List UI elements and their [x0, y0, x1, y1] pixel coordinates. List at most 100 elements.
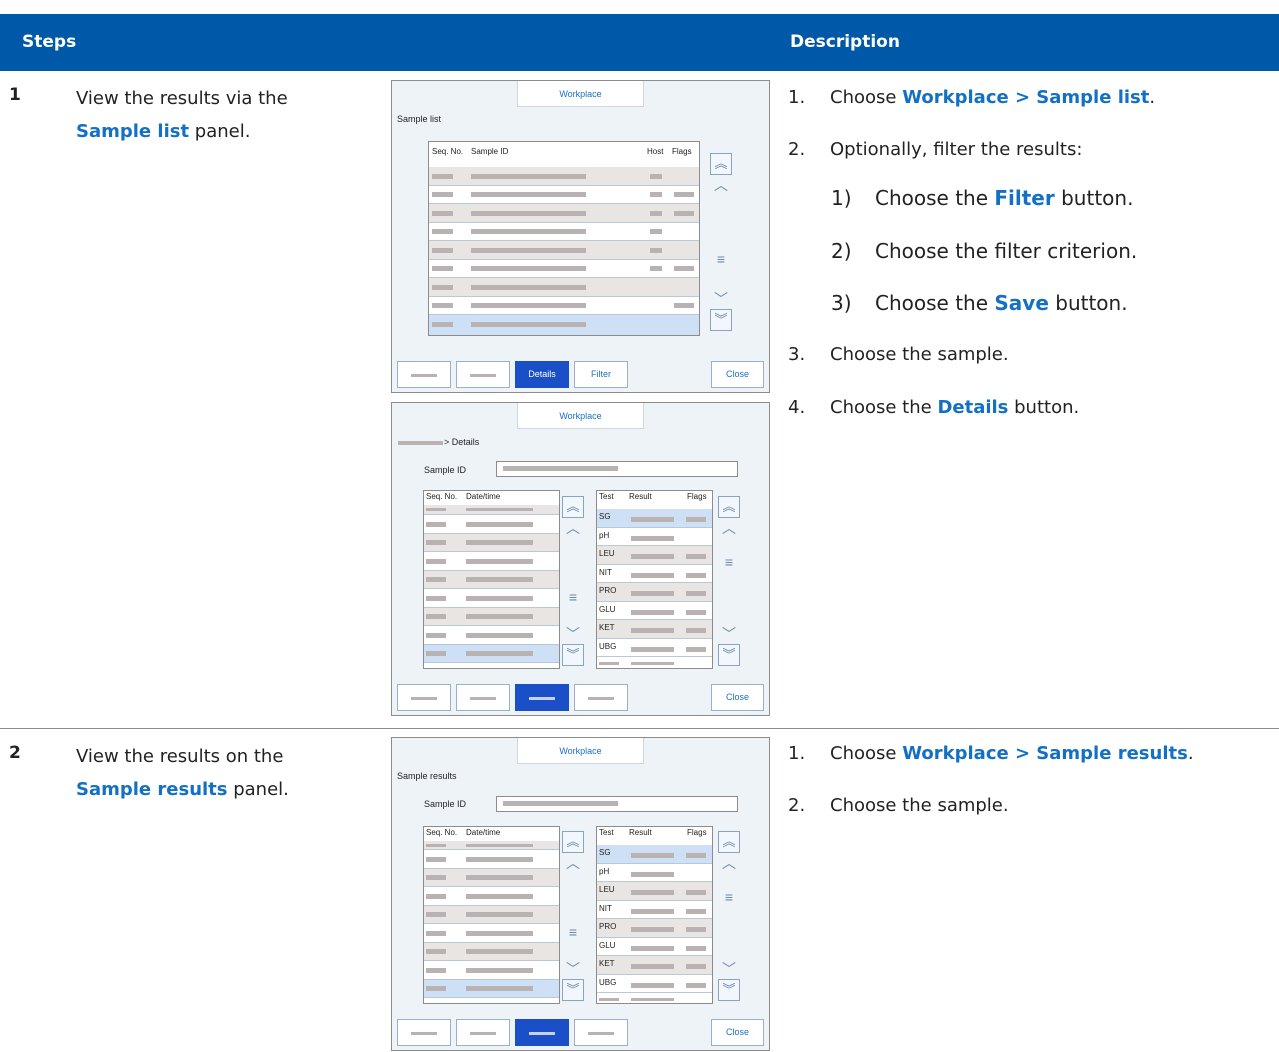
table-row[interactable]: [424, 552, 559, 571]
scroll-handle-icon[interactable]: ≡: [710, 251, 732, 267]
table-row-selected[interactable]: [424, 645, 559, 663]
blank-button[interactable]: [574, 684, 628, 711]
table-row[interactable]: [424, 887, 559, 906]
close-button[interactable]: Close: [711, 361, 764, 388]
col-flags: Flags: [672, 147, 692, 156]
instruction-2-1: 1) Choose the Filter button.: [831, 186, 1134, 210]
blank-button[interactable]: [397, 361, 451, 388]
page-up-icon[interactable]: ︽: [718, 831, 740, 853]
table-row[interactable]: LEU: [597, 882, 712, 901]
table-row[interactable]: LEU: [597, 546, 712, 565]
instruction-2: 2. Choose the sample.: [788, 795, 1009, 816]
table-row[interactable]: [424, 534, 559, 552]
row-divider: [0, 728, 1279, 729]
instruction-2-2: 2) Choose the filter criterion.: [831, 239, 1138, 263]
steps-heading: Steps: [22, 32, 77, 52]
blank-button[interactable]: [397, 684, 451, 711]
table-row[interactable]: UBG: [597, 639, 712, 657]
table-row[interactable]: NIT: [597, 565, 712, 583]
table-row[interactable]: PRO: [597, 919, 712, 938]
chevron-down-icon[interactable]: ﹀: [718, 959, 740, 979]
table-row[interactable]: [424, 869, 559, 887]
page-up-icon[interactable]: ︽: [718, 496, 740, 518]
close-button[interactable]: Close: [711, 1019, 764, 1046]
blank-button[interactable]: [456, 361, 510, 388]
blank-button[interactable]: [456, 684, 510, 711]
table-row[interactable]: [424, 515, 559, 534]
table-row[interactable]: [424, 961, 559, 980]
table-row[interactable]: [424, 589, 559, 608]
table-row-selected[interactable]: [424, 980, 559, 998]
blank-primary-button[interactable]: [515, 1019, 569, 1046]
table-row[interactable]: [429, 260, 699, 278]
table-row[interactable]: [429, 167, 699, 186]
instruction-2-3: 3) Choose the Save button.: [831, 291, 1128, 315]
panel-name: Sample list: [76, 121, 190, 142]
table-row[interactable]: [424, 608, 559, 626]
chevron-down-icon[interactable]: ﹀: [562, 624, 584, 644]
table-row-selected[interactable]: [429, 315, 699, 335]
scroll-handle-icon[interactable]: ≡: [718, 554, 740, 570]
chevron-up-icon[interactable]: ︿: [562, 518, 584, 538]
page-down-icon[interactable]: ︾: [718, 979, 740, 1001]
table-row[interactable]: [429, 223, 699, 241]
workplace-tab[interactable]: Workplace: [517, 81, 644, 107]
chevron-down-icon[interactable]: ﹀: [710, 289, 732, 309]
blank-button[interactable]: [397, 1019, 451, 1046]
chevron-down-icon[interactable]: ﹀: [718, 624, 740, 644]
chevron-up-icon[interactable]: ︿: [710, 175, 732, 195]
table-row[interactable]: NIT: [597, 901, 712, 919]
page-down-icon[interactable]: ︾: [562, 979, 584, 1001]
close-button[interactable]: Close: [711, 684, 764, 711]
table-row[interactable]: [429, 278, 699, 297]
details-button[interactable]: Details: [515, 361, 569, 388]
chevron-up-icon[interactable]: ︿: [718, 853, 740, 873]
table-row[interactable]: pH: [597, 528, 712, 546]
sample-id-field[interactable]: [496, 796, 738, 812]
page-up-icon[interactable]: ︽: [562, 831, 584, 853]
page-down-icon[interactable]: ︾: [718, 644, 740, 666]
blank-primary-button[interactable]: [515, 684, 569, 711]
table-row[interactable]: [429, 297, 699, 315]
chevron-down-icon[interactable]: ﹀: [562, 959, 584, 979]
table-row[interactable]: [424, 906, 559, 924]
table-row[interactable]: pH: [597, 864, 712, 882]
table-row-selected[interactable]: SG: [597, 509, 712, 528]
workplace-tab[interactable]: Workplace: [517, 403, 644, 429]
scroll-handle-icon[interactable]: ≡: [718, 889, 740, 905]
sample-id-field[interactable]: [496, 461, 738, 477]
scroll-handle-icon[interactable]: ≡: [562, 589, 584, 605]
col-seq-no: Seq. No.: [432, 147, 464, 156]
table-row[interactable]: [424, 924, 559, 943]
instruction-3: 3. Choose the sample.: [788, 344, 1009, 365]
workplace-tab[interactable]: Workplace: [517, 738, 644, 764]
table-row[interactable]: [429, 204, 699, 223]
page-down-icon[interactable]: ︾: [562, 644, 584, 666]
chevron-up-icon[interactable]: ︿: [718, 518, 740, 538]
table-row[interactable]: KET: [597, 956, 712, 975]
filter-button[interactable]: Filter: [574, 361, 628, 388]
page-down-icon[interactable]: ︾: [710, 309, 732, 331]
table-row[interactable]: [424, 626, 559, 645]
blank-button[interactable]: [456, 1019, 510, 1046]
page-up-icon[interactable]: ︽: [562, 496, 584, 518]
table-row[interactable]: [424, 850, 559, 869]
table-row[interactable]: GLU: [597, 938, 712, 956]
table-row[interactable]: [424, 571, 559, 589]
chevron-up-icon[interactable]: ︿: [562, 853, 584, 873]
test-results-table: Test Result Flags SG pH LEU NIT PRO GLU …: [596, 826, 713, 1004]
page-up-icon[interactable]: ︽: [710, 153, 732, 175]
table-row[interactable]: PRO: [597, 583, 712, 602]
sample-list-table: Seq. No. Sample ID Host Flags: [428, 141, 700, 336]
table-row[interactable]: UBG: [597, 975, 712, 993]
table-row[interactable]: KET: [597, 620, 712, 639]
table-row-selected[interactable]: SG: [597, 845, 712, 864]
sample-list-screen: Workplace Sample list Seq. No. Sample ID…: [391, 80, 770, 393]
table-row[interactable]: [429, 241, 699, 260]
table-row[interactable]: [424, 943, 559, 961]
blank-button[interactable]: [574, 1019, 628, 1046]
scroll-handle-icon[interactable]: ≡: [562, 924, 584, 940]
table-row[interactable]: [429, 186, 699, 204]
table-row[interactable]: GLU: [597, 602, 712, 620]
step-number: 1: [9, 85, 21, 105]
